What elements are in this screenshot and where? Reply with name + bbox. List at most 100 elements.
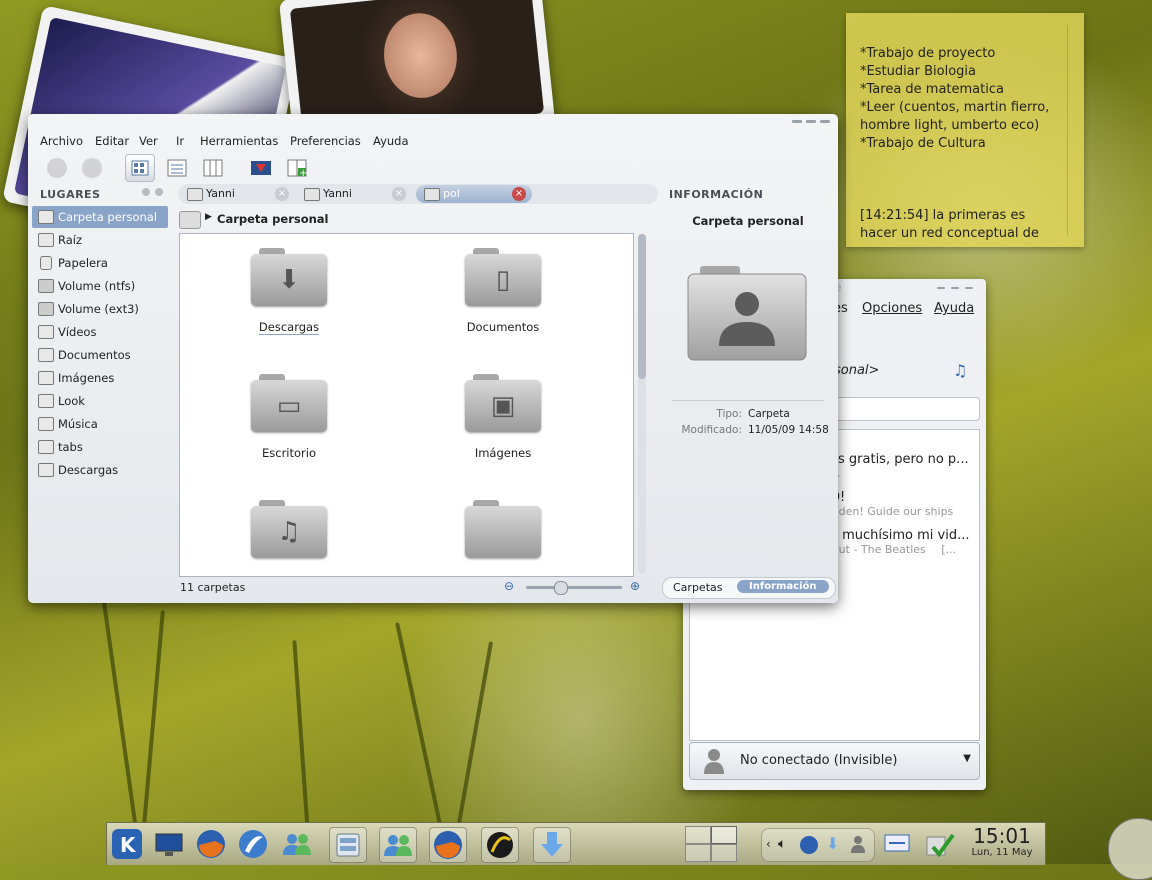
tab-pol[interactable]: pol × <box>416 185 532 203</box>
panel-options-icon[interactable] <box>142 188 150 196</box>
back-button[interactable] <box>44 156 70 180</box>
minimize-icon[interactable] <box>792 120 802 123</box>
tab-carpetas[interactable]: Carpetas <box>673 581 722 594</box>
task-firefox[interactable] <box>429 827 467 863</box>
file-view[interactable]: ⬇ Descargas ▯ Documentos ▭ Escritorio ▣ … <box>179 233 634 577</box>
user-icon[interactable] <box>850 835 866 853</box>
volume-icon[interactable]: 🔈︎ <box>778 836 786 852</box>
firefox-launcher[interactable] <box>193 827 229 861</box>
note-text[interactable]: *Trabajo de proyecto *Estudiar Biologia … <box>860 45 1049 153</box>
desktop-4[interactable] <box>711 844 737 862</box>
task-downloads[interactable] <box>533 827 571 863</box>
tab-yanni-1[interactable]: Yanni × <box>179 185 295 203</box>
zoom-in-icon[interactable]: ⊕ <box>630 579 640 593</box>
chevron-right-icon[interactable]: ▶ <box>205 212 212 222</box>
forward-button[interactable] <box>79 156 105 180</box>
place-imagenes[interactable]: Imágenes <box>32 367 168 389</box>
close-icon[interactable] <box>965 287 973 289</box>
place-raiz[interactable]: Raíz <box>32 229 168 251</box>
scrollbar[interactable] <box>638 234 646 574</box>
place-musica[interactable]: Música <box>32 413 168 435</box>
place-look[interactable]: Look <box>32 390 168 412</box>
preview-button[interactable] <box>248 156 274 180</box>
close-tab-icon[interactable]: × <box>512 187 526 201</box>
menu-herramientas[interactable]: Herramientas <box>200 134 278 148</box>
split-view-button[interactable]: + <box>284 156 310 180</box>
desktop-2[interactable] <box>711 826 737 844</box>
close-icon[interactable] <box>820 120 830 123</box>
file-item[interactable]: ⬇ Descargas <box>214 248 364 335</box>
place-documentos[interactable]: Documentos <box>32 344 168 366</box>
desktop-3[interactable] <box>685 844 711 862</box>
minimize-icon[interactable] <box>937 287 945 289</box>
kde-menu-button[interactable]: K <box>109 827 145 861</box>
pictures-folder-icon: ▣ <box>465 374 541 432</box>
menu-preferencias[interactable]: Preferencias <box>290 134 361 148</box>
trash-icon <box>40 256 52 270</box>
scrollbar-thumb[interactable] <box>638 234 646 379</box>
place-tabs[interactable]: tabs <box>32 436 168 458</box>
close-tab-icon[interactable]: × <box>392 187 406 201</box>
menu-archivo[interactable]: Archivo <box>40 134 83 148</box>
task-kopete[interactable] <box>379 827 417 863</box>
contact-row[interactable]: es gratis, pero no p... ... <box>830 452 980 480</box>
home-icon[interactable] <box>179 211 201 229</box>
maximize-icon[interactable] <box>806 120 816 123</box>
dolphin-tray-icon[interactable] <box>800 836 818 854</box>
contacts-icon <box>384 835 412 856</box>
columns-view-button[interactable] <box>200 156 226 180</box>
file-item[interactable]: ▭ Escritorio <box>214 374 364 460</box>
desktop-1[interactable] <box>685 826 711 844</box>
kopete-launcher[interactable] <box>279 827 315 861</box>
panel-close-icon[interactable] <box>155 188 163 196</box>
file-item[interactable]: ▯ Documentos <box>428 248 578 334</box>
place-carpeta-personal[interactable]: Carpeta personal <box>32 206 168 228</box>
file-item[interactable]: ♫ <box>214 500 364 558</box>
place-volume-ntfs[interactable]: Volume (ntfs) <box>32 275 168 297</box>
file-item[interactable]: ▣ Imágenes <box>428 374 578 460</box>
tab-yanni-2[interactable]: Yanni × <box>296 185 412 203</box>
menu-ir[interactable]: Ir <box>176 134 184 148</box>
download-icon[interactable]: ⬇ <box>826 834 839 853</box>
show-desktop-button[interactable] <box>151 827 187 861</box>
maximize-icon[interactable] <box>951 287 959 289</box>
network-tray-button[interactable] <box>879 827 915 861</box>
menu-ver[interactable]: Ver <box>139 134 158 148</box>
close-tab-icon[interactable]: × <box>275 187 289 201</box>
breadcrumb[interactable]: ▶ Carpeta personal <box>179 211 629 229</box>
place-volume-ext3[interactable]: Volume (ext3) <box>32 298 168 320</box>
clock[interactable]: 15:01 Lun, 11 May <box>965 825 1039 858</box>
updates-tray-button[interactable] <box>921 827 957 861</box>
music-note-icon[interactable]: ♫ <box>953 361 967 380</box>
desktop-toolbox-icon[interactable] <box>1108 818 1152 880</box>
zoom-track[interactable] <box>526 586 622 589</box>
chevron-down-icon[interactable]: ▼ <box>963 753 971 764</box>
contact-row[interactable]: o muchísimo mi vid... Out - The Beatles … <box>830 528 980 556</box>
place-descargas[interactable]: Descargas <box>32 459 168 481</box>
breadcrumb-current[interactable]: Carpeta personal <box>217 212 329 226</box>
task-amarok[interactable] <box>481 827 519 863</box>
chevron-left-icon[interactable]: ‹ <box>766 837 771 851</box>
place-papelera[interactable]: Papelera <box>32 252 168 274</box>
dolphin-launcher[interactable] <box>235 827 271 861</box>
contact-row[interactable]: D! Oden! Guide our ships <box>830 490 980 518</box>
zoom-out-icon[interactable]: ⊖ <box>504 579 514 593</box>
place-label: Imágenes <box>58 371 115 385</box>
zoom-slider[interactable]: ⊖ ⊕ <box>504 579 644 595</box>
note-log-text[interactable]: [14:21:54] la primeras es hacer un red c… <box>860 207 1039 243</box>
menu-editar[interactable]: Editar <box>95 134 129 148</box>
online-status-selector[interactable]: No conectado (Invisible) ▼ <box>689 742 980 780</box>
place-videos[interactable]: Vídeos <box>32 321 168 343</box>
file-item[interactable] <box>428 500 578 558</box>
note-widget[interactable]: *Trabajo de proyecto *Estudiar Biologia … <box>846 13 1084 247</box>
menu-item-opciones[interactable]: Opciones <box>862 301 922 316</box>
menu-item-ayuda[interactable]: Ayuda <box>934 301 974 316</box>
note-scrollbar[interactable] <box>1067 25 1076 235</box>
task-dolphin[interactable] <box>329 827 367 863</box>
details-view-button[interactable] <box>164 156 190 180</box>
menu-ayuda[interactable]: Ayuda <box>373 134 409 148</box>
pager[interactable] <box>685 826 737 862</box>
tab-informacion[interactable]: Información <box>737 580 829 593</box>
zoom-handle[interactable] <box>554 581 568 595</box>
icons-view-button[interactable] <box>125 154 155 182</box>
